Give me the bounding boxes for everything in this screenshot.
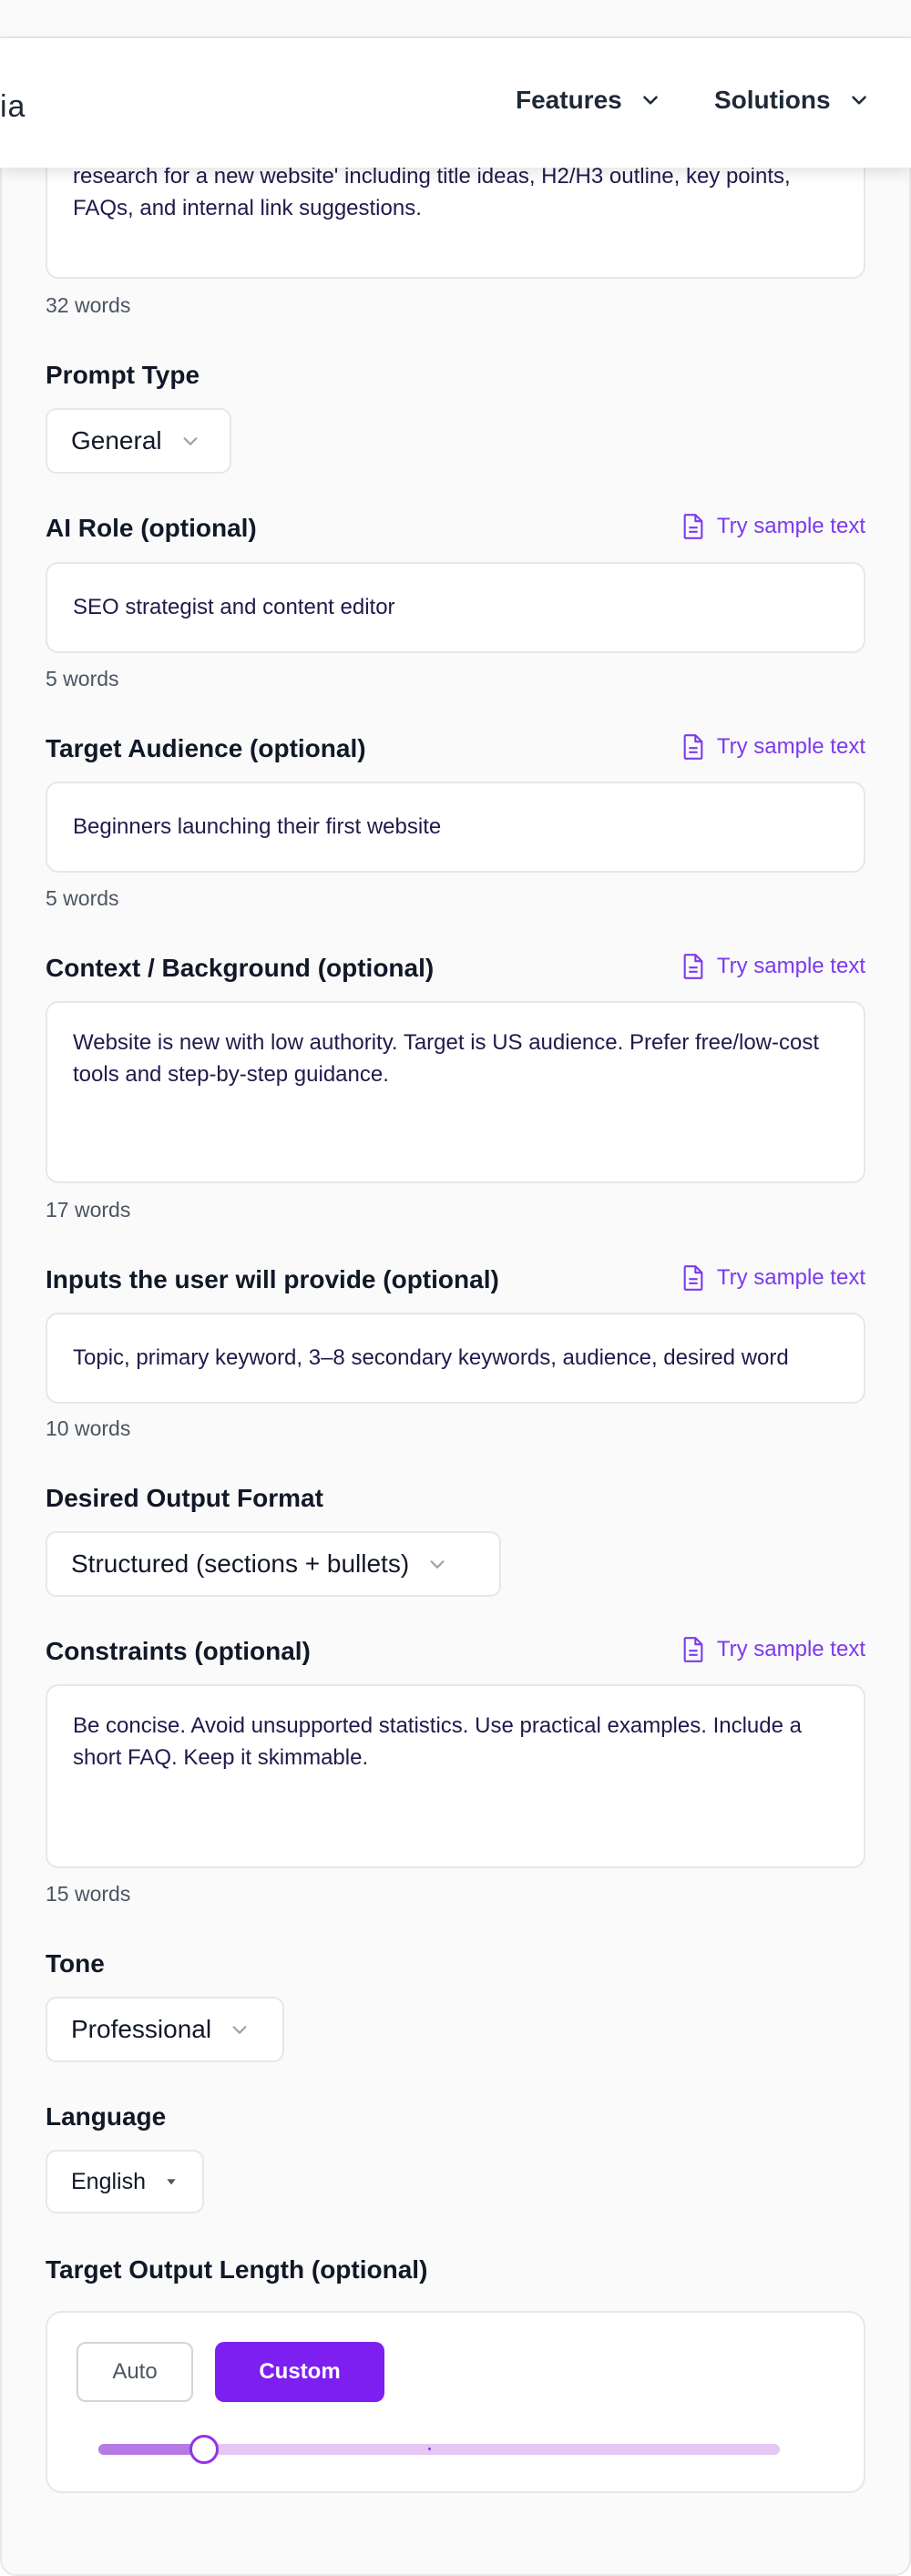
inputs-label: Inputs the user will provide (optional) <box>46 1265 499 1293</box>
constraints-value: Be concise. Avoid unsupported statistics… <box>73 1713 802 1770</box>
output-length-panel: Auto Custom <box>46 2311 865 2493</box>
length-slider-marker <box>428 2448 431 2450</box>
chevron-down-icon <box>642 96 658 105</box>
task-word-count: 32 words <box>46 293 131 317</box>
custom-button-label: Custom <box>259 2359 341 2384</box>
try-sample-label: Try sample text <box>716 1637 865 1661</box>
output-format-select[interactable]: Structured (sections + bullets) <box>46 1531 501 1597</box>
prompt-type-label: Prompt Type <box>46 361 200 389</box>
inputs-word-count: 10 words <box>46 1416 131 1440</box>
ai-role-word-count: 5 words <box>46 667 119 690</box>
browser-top-strip <box>0 0 911 38</box>
inputs-try-sample[interactable]: Try sample text <box>682 1265 865 1291</box>
document-icon <box>683 734 703 760</box>
output-length-label: Target Output Length (optional) <box>46 2255 428 2284</box>
document-icon <box>683 514 703 539</box>
chevron-down-icon <box>430 1560 445 1569</box>
nav-solutions[interactable]: Solutions <box>714 86 871 115</box>
inputs-input[interactable]: Topic, primary keyword, 3–8 secondary ke… <box>46 1313 865 1404</box>
target-audience-label: Target Audience (optional) <box>46 734 366 762</box>
context-try-sample[interactable]: Try sample text <box>682 954 865 979</box>
target-audience-input[interactable]: Beginners launching their first website <box>46 782 865 873</box>
document-icon <box>683 1265 703 1291</box>
logo[interactable]: ia <box>0 89 26 125</box>
tone-label: Tone <box>46 1949 105 1978</box>
language-value: English <box>71 2168 146 2194</box>
length-slider-thumb[interactable] <box>189 2435 219 2464</box>
nav-solutions-label: Solutions <box>714 86 831 114</box>
target-audience-word-count: 5 words <box>46 886 119 910</box>
constraints-label: Constraints (optional) <box>46 1637 311 1665</box>
context-label: Context / Background (optional) <box>46 954 435 982</box>
language-label: Language <box>46 2102 167 2131</box>
nav-features[interactable]: Features <box>516 86 662 115</box>
auto-button-label: Auto <box>112 2359 158 2384</box>
prompt-type-select[interactable]: General <box>46 408 231 474</box>
inputs-value: Topic, primary keyword, 3–8 secondary ke… <box>73 1345 789 1370</box>
tone-value: Professional <box>71 2015 212 2043</box>
document-icon <box>683 954 703 979</box>
length-slider[interactable] <box>98 2435 780 2464</box>
target-audience-value: Beginners launching their first website <box>73 814 442 839</box>
custom-button[interactable]: Custom <box>215 2342 384 2402</box>
task-text: research for a new website' including ti… <box>73 164 791 220</box>
length-slider-fill <box>98 2444 204 2455</box>
target-audience-try-sample[interactable]: Try sample text <box>682 734 865 760</box>
try-sample-label: Try sample text <box>716 734 865 759</box>
ai-role-input[interactable]: SEO strategist and content editor <box>46 562 865 653</box>
language-select[interactable]: English <box>46 2150 204 2213</box>
site-header: ia Features Solutions <box>0 38 911 168</box>
chevron-down-icon <box>183 437 198 445</box>
chevron-down-icon <box>851 96 866 105</box>
output-format-value: Structured (sections + bullets) <box>71 1549 410 1578</box>
caret-down-icon <box>167 2179 176 2185</box>
try-sample-label: Try sample text <box>716 1265 865 1290</box>
tone-select[interactable]: Professional <box>46 1997 284 2062</box>
try-sample-label: Try sample text <box>716 514 865 538</box>
ai-role-try-sample[interactable]: Try sample text <box>682 514 865 539</box>
ai-role-label: AI Role (optional) <box>46 514 257 542</box>
constraints-try-sample[interactable]: Try sample text <box>682 1637 865 1662</box>
try-sample-label: Try sample text <box>716 954 865 978</box>
prompt-type-value: General <box>71 426 162 455</box>
output-format-label: Desired Output Format <box>46 1484 323 1512</box>
context-value: Website is new with low authority. Targe… <box>73 1030 820 1087</box>
context-textarea[interactable]: Website is new with low authority. Targe… <box>46 1001 865 1183</box>
nav-features-label: Features <box>516 86 622 114</box>
document-icon <box>683 1637 703 1662</box>
constraints-textarea[interactable]: Be concise. Avoid unsupported statistics… <box>46 1684 865 1868</box>
auto-button[interactable]: Auto <box>77 2342 193 2402</box>
constraints-word-count: 15 words <box>46 1882 131 1906</box>
chevron-down-icon <box>232 2026 247 2034</box>
ai-role-value: SEO strategist and content editor <box>73 595 395 619</box>
context-word-count: 17 words <box>46 1198 131 1222</box>
